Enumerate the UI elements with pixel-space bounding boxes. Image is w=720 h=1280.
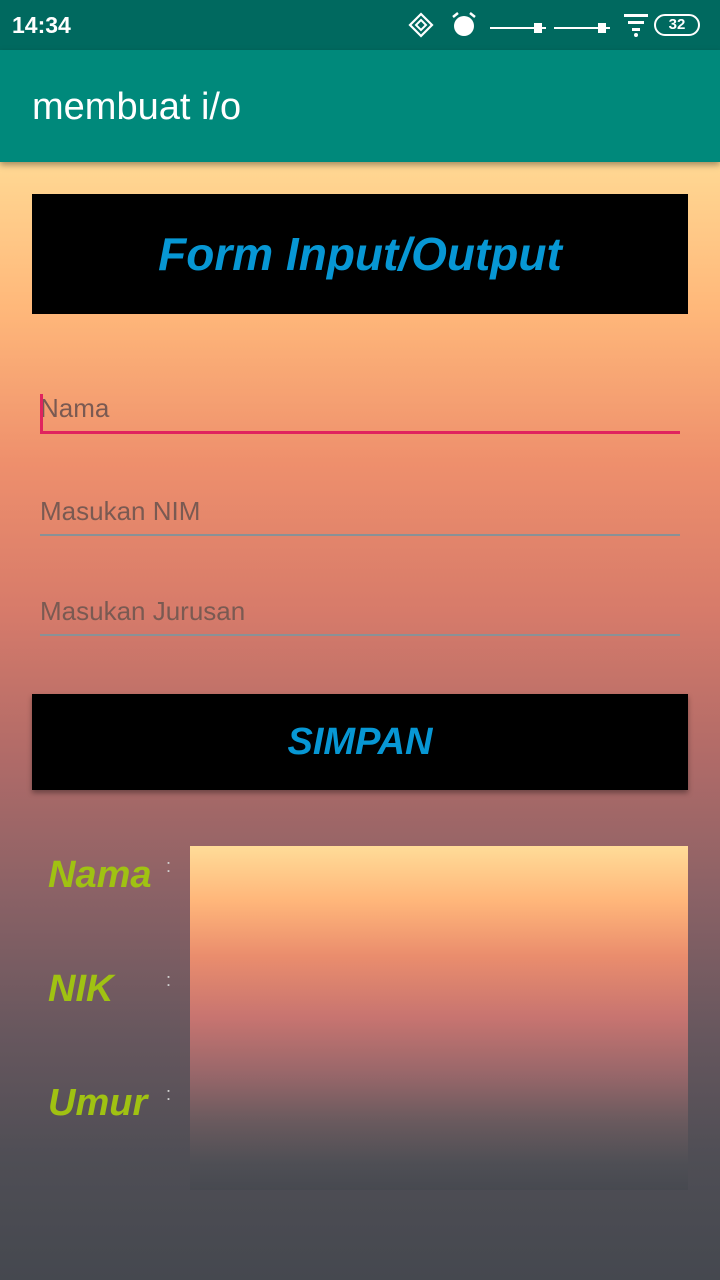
slider-icon (554, 19, 610, 38)
status-bar: 14:34 32 (0, 0, 720, 50)
wifi-icon (622, 12, 650, 42)
simpan-button[interactable]: SIMPAN (32, 694, 688, 790)
sync-diamond-icon (408, 12, 434, 42)
output-separator: : (166, 856, 172, 876)
main-content: Form Input/Output SIMPAN Nama : NIK : Um… (0, 162, 720, 1280)
output-label-umur: Umur (48, 1082, 148, 1124)
form-title-box: Form Input/Output (32, 194, 688, 314)
output-result-panel (190, 846, 688, 1190)
simpan-label: SIMPAN (287, 720, 433, 763)
nim-input[interactable] (40, 476, 680, 536)
alarm-icon (450, 10, 478, 42)
app-title: membuat i/o (32, 86, 242, 128)
form-title: Form Input/Output (158, 228, 562, 280)
output-label-nama: Nama (48, 854, 152, 896)
text-caret (40, 394, 43, 434)
status-icons: 32 (408, 10, 708, 40)
jurusan-input[interactable] (40, 576, 680, 636)
app-bar: membuat i/o (0, 50, 720, 162)
output-separator: : (166, 1084, 172, 1104)
battery-level: 32 (654, 14, 700, 36)
nama-input[interactable] (40, 374, 680, 434)
output-label-nik: NIK (48, 968, 114, 1010)
status-time: 14:34 (12, 12, 71, 38)
slider-icon (490, 19, 546, 38)
output-separator: : (166, 970, 172, 990)
